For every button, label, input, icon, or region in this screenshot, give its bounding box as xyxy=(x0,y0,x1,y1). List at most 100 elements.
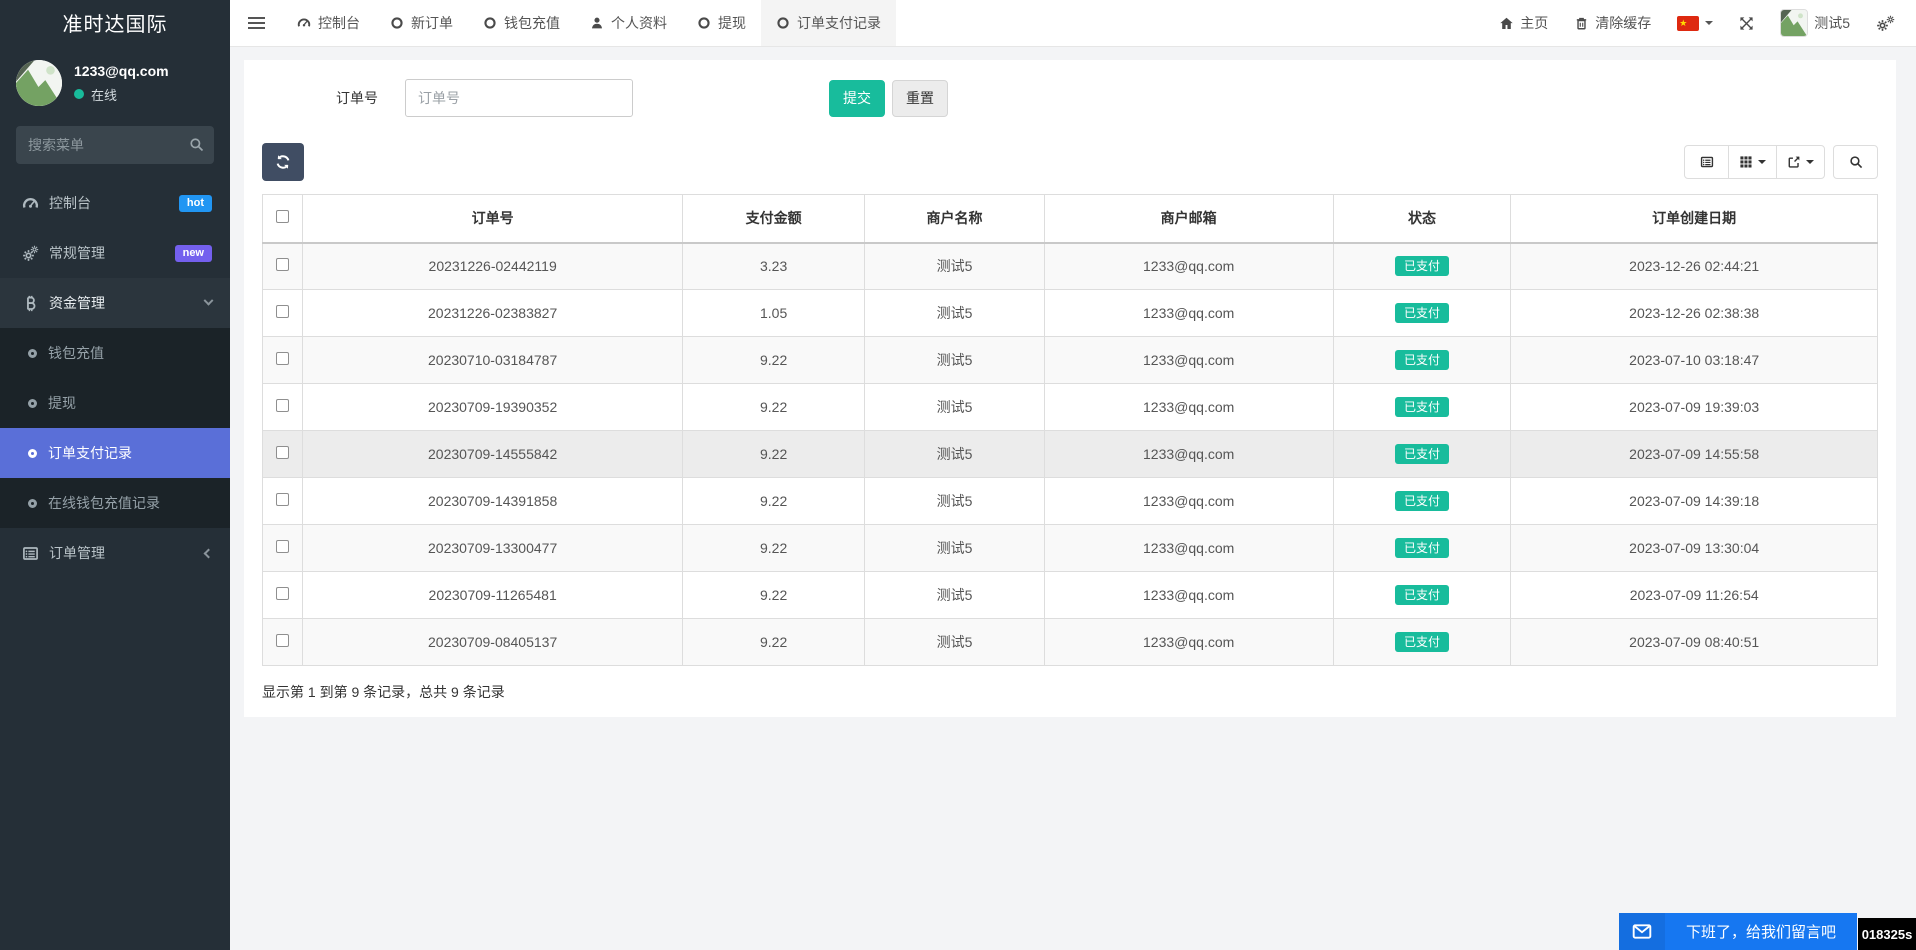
search-icon xyxy=(1849,155,1863,169)
sidebar-item-withdraw[interactable]: 提现 xyxy=(0,378,230,428)
cell-status: 已支付 xyxy=(1332,242,1512,290)
language-dropdown[interactable] xyxy=(1664,0,1726,46)
cell-merchant: 测试5 xyxy=(864,383,1045,431)
cell-created: 2023-07-09 08:40:51 xyxy=(1510,618,1878,666)
cell-order-no: 20230709-14391858 xyxy=(302,477,683,525)
export-button[interactable] xyxy=(1776,145,1825,179)
cell-created: 2023-07-10 03:18:47 xyxy=(1510,336,1878,384)
col-amount: 支付金额 xyxy=(681,194,866,244)
submit-button[interactable]: 提交 xyxy=(829,79,885,117)
records-summary: 显示第 1 到第 9 条记录，总共 9 条记录 xyxy=(262,684,505,700)
hot-badge: hot xyxy=(178,194,212,212)
refresh-button[interactable] xyxy=(262,143,304,181)
tab-dashboard[interactable]: 控制台 xyxy=(282,0,375,46)
columns-button[interactable] xyxy=(1728,145,1777,179)
row-checkbox[interactable] xyxy=(276,399,290,412)
cell-order-no: 20230710-03184787 xyxy=(302,336,683,384)
caret-down-icon xyxy=(1705,21,1714,25)
cell-created: 2023-12-26 02:44:21 xyxy=(1510,242,1878,290)
tab-withdraw[interactable]: 提现 xyxy=(682,0,761,46)
clear-cache-link[interactable]: 清除缓存 xyxy=(1561,0,1664,46)
cell-created: 2023-07-09 14:55:58 xyxy=(1510,430,1878,478)
cell-order-no: 20230709-19390352 xyxy=(302,383,683,431)
order-no-label: 订单号 xyxy=(336,90,378,106)
settings-button[interactable] xyxy=(1863,0,1908,46)
sidebar-toggle-button[interactable] xyxy=(230,0,282,46)
sidebar-item-order-admin[interactable]: 订单管理 xyxy=(0,528,230,578)
home-link[interactable]: 主页 xyxy=(1486,0,1561,46)
status-badge: 已支付 xyxy=(1395,397,1450,417)
caret-down-icon xyxy=(1758,160,1766,164)
cell-email: 1233@qq.com xyxy=(1043,477,1334,525)
cell-order-no: 20230709-13300477 xyxy=(302,524,683,572)
search-icon[interactable] xyxy=(189,137,204,152)
cell-created: 2023-07-09 14:39:18 xyxy=(1510,477,1878,525)
sidebar-item-funds-admin[interactable]: 资金管理 xyxy=(0,278,230,328)
row-checkbox[interactable] xyxy=(276,587,290,600)
select-all-checkbox[interactable] xyxy=(276,210,290,224)
cell-amount: 9.22 xyxy=(681,524,866,572)
tab-label: 新订单 xyxy=(411,15,453,31)
table-search-button[interactable] xyxy=(1833,145,1878,179)
chevron-down-icon xyxy=(203,295,214,306)
toggle-view-button[interactable] xyxy=(1684,145,1729,179)
refresh-icon xyxy=(275,154,291,170)
user-email: 1233@qq.com xyxy=(74,62,169,79)
cell-created: 2023-12-26 02:38:38 xyxy=(1510,289,1878,337)
row-checkbox[interactable] xyxy=(276,352,290,365)
gears-icon xyxy=(22,245,39,262)
tab-wallet-recharge[interactable]: 钱包充值 xyxy=(468,0,575,46)
col-created: 订单创建日期 xyxy=(1510,194,1878,244)
tab-label: 个人资料 xyxy=(611,15,667,31)
cell-status: 已支付 xyxy=(1332,336,1512,384)
fullscreen-button[interactable] xyxy=(1726,0,1767,46)
tab-new-order[interactable]: 新订单 xyxy=(375,0,468,46)
row-checkbox[interactable] xyxy=(276,634,290,647)
row-checkbox[interactable] xyxy=(276,446,290,459)
cell-status: 已支付 xyxy=(1332,618,1512,666)
table-body: 20231226-02442119 3.23 测试5 1233@qq.com 已… xyxy=(261,242,1878,666)
tab-profile[interactable]: 个人资料 xyxy=(575,0,682,46)
reset-button[interactable]: 重置 xyxy=(892,79,948,117)
tab-order-payment-records[interactable]: 订单支付记录 xyxy=(761,0,896,46)
view-button-group xyxy=(1684,145,1825,179)
brand-title: 准时达国际 xyxy=(62,14,168,36)
row-checkbox[interactable] xyxy=(276,493,290,506)
cell-order-no: 20230709-08405137 xyxy=(302,618,683,666)
sidebar-item-dashboard[interactable]: 控制台 hot xyxy=(0,178,230,228)
cell-order-no: 20230709-14555842 xyxy=(302,430,683,478)
cell-merchant: 测试5 xyxy=(864,618,1045,666)
status-badge: 已支付 xyxy=(1395,350,1450,370)
envelope-icon xyxy=(1619,913,1665,950)
sidebar-item-general-admin[interactable]: 常规管理 new xyxy=(0,228,230,278)
sidebar-item-wallet-recharge[interactable]: 钱包充值 xyxy=(0,328,230,378)
content-area: 订单号 提交 重置 xyxy=(230,47,1916,950)
row-checkbox-cell xyxy=(261,383,304,431)
hamburger-icon xyxy=(247,14,265,32)
cell-status: 已支付 xyxy=(1332,430,1512,478)
table-header-row: 订单号 支付金额 商户名称 商户邮箱 状态 订单创建日期 xyxy=(261,194,1878,244)
navbar-username: 测试5 xyxy=(1814,15,1850,31)
sidebar-item-order-payment-records[interactable]: 订单支付记录 xyxy=(0,428,230,478)
col-order-no: 订单号 xyxy=(302,194,683,244)
online-dot-icon xyxy=(74,89,84,99)
cell-amount: 9.22 xyxy=(681,336,866,384)
navbar-user-menu[interactable]: 测试5 xyxy=(1767,0,1863,46)
cell-amount: 1.05 xyxy=(681,289,866,337)
cell-amount: 9.22 xyxy=(681,383,866,431)
row-checkbox-cell xyxy=(261,242,304,290)
status-badge: 已支付 xyxy=(1395,491,1450,511)
feedback-chat-bar[interactable]: 下班了，给我们留言吧 xyxy=(1619,913,1857,950)
circle-icon xyxy=(776,16,790,30)
export-icon xyxy=(1787,155,1801,169)
row-checkbox[interactable] xyxy=(276,258,290,272)
row-checkbox[interactable] xyxy=(276,540,290,553)
row-checkbox[interactable] xyxy=(276,305,290,318)
user-info: 1233@qq.com 在线 xyxy=(74,63,169,104)
navbar-right: 主页 清除缓存 测试5 xyxy=(1486,0,1916,46)
menu-search-input[interactable] xyxy=(16,126,214,164)
order-no-input[interactable] xyxy=(405,79,633,117)
sidebar-item-online-wallet-records[interactable]: 在线钱包充值记录 xyxy=(0,478,230,528)
main-area: 控制台 新订单 钱包充值 个人资料 提现 订单支付记录 主页 清除缓存 ★ 测试… xyxy=(230,0,1916,950)
sidebar-menu: 控制台 hot 常规管理 new 资金管理 钱包充值 提现 订单支付记录 在线钱… xyxy=(0,178,230,578)
